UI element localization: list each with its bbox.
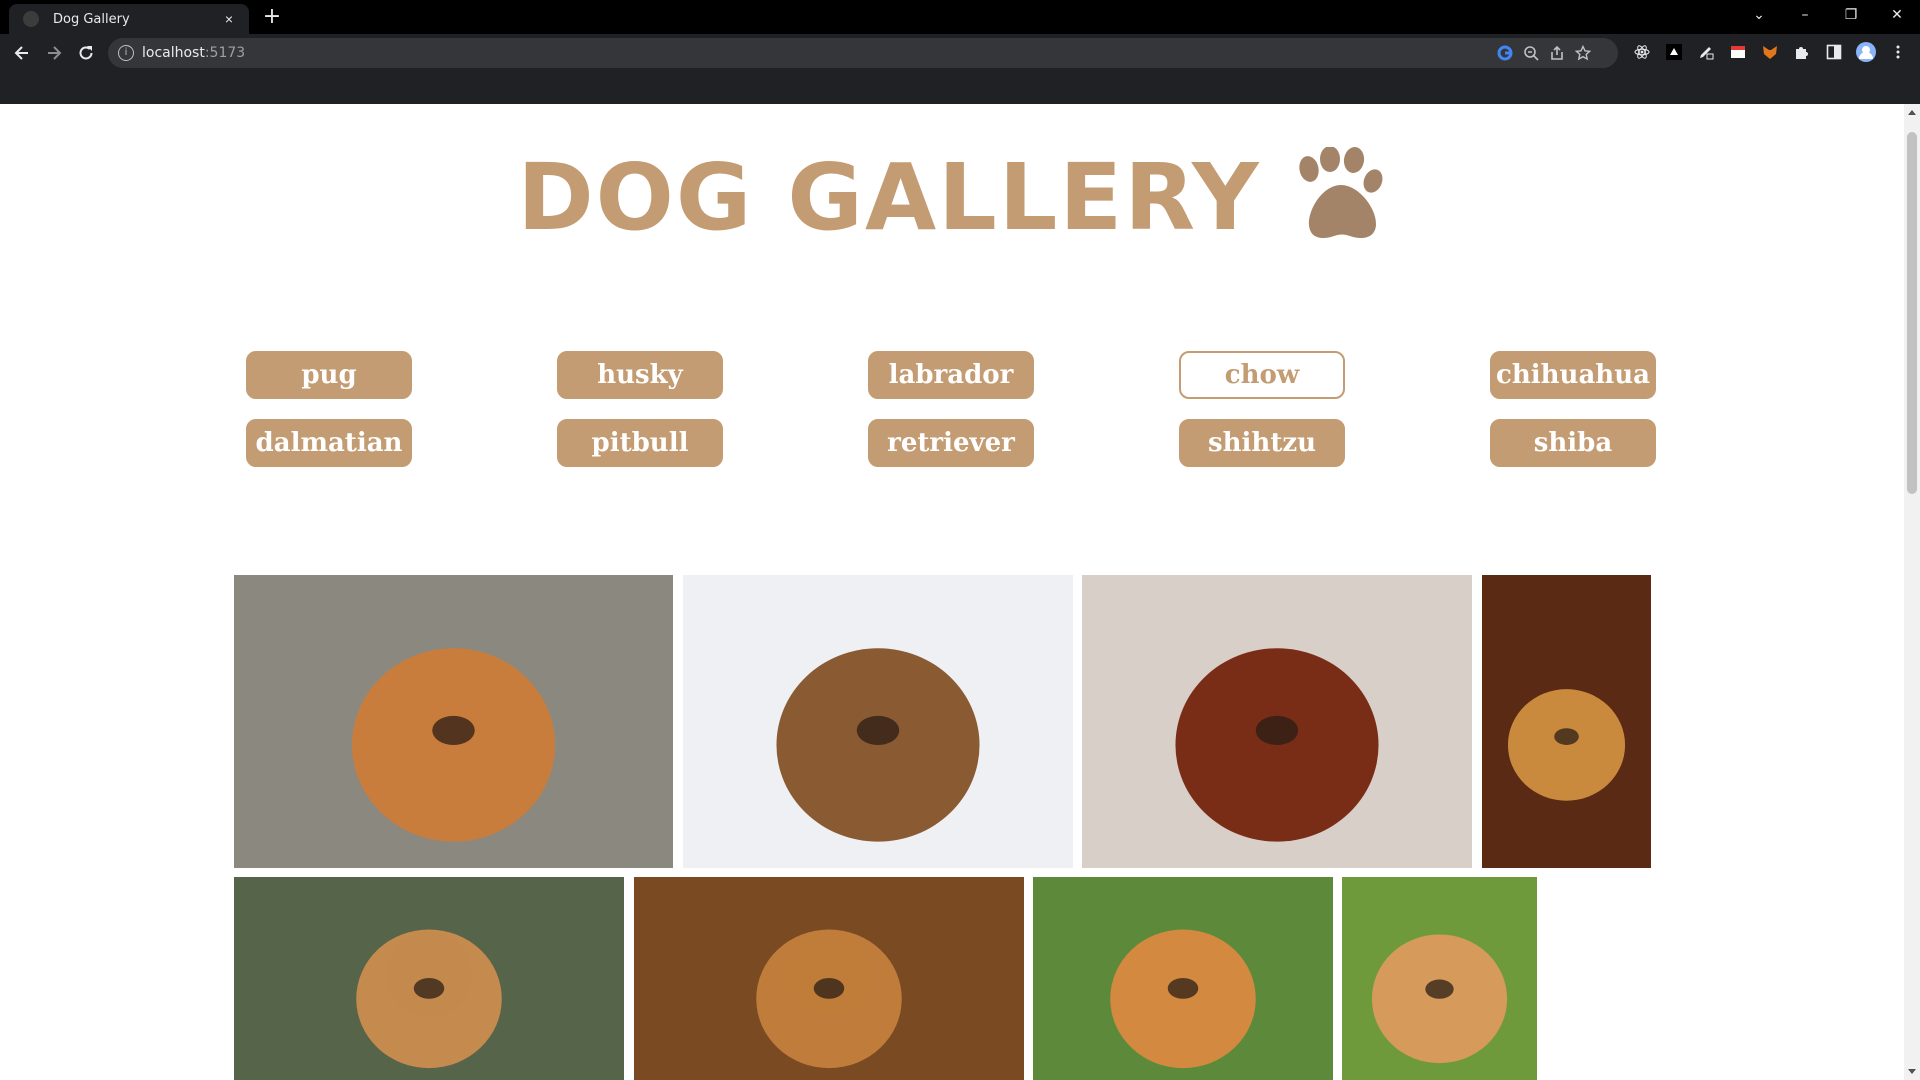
favicon-icon (23, 11, 39, 27)
scroll-down-arrow-icon[interactable] (1908, 1069, 1916, 1074)
dog-photo-chow-sitting-on-wood-floor[interactable] (1482, 575, 1651, 868)
breed-button-dalmatian[interactable]: dalmatian (246, 419, 412, 467)
dog-photo-chow-puppy-on-green-blanket[interactable] (234, 877, 624, 1080)
breed-button-shiba[interactable]: shiba (1490, 419, 1656, 467)
photo-image (1482, 575, 1651, 868)
forward-button[interactable] (38, 37, 70, 69)
page-scrollbar[interactable] (1904, 104, 1920, 1080)
vercel-extension-icon[interactable] (1664, 42, 1684, 62)
page-title: DOG GALLERY (517, 144, 1261, 251)
breed-button-labrador[interactable]: labrador (868, 351, 1034, 399)
tab-search-button[interactable]: ⌄ (1736, 0, 1782, 30)
breed-button-chow[interactable]: chow (1179, 351, 1345, 399)
photo-image (634, 877, 1024, 1080)
google-lens-icon[interactable] (1496, 44, 1514, 62)
pen-extension-icon[interactable] (1696, 42, 1716, 62)
dog-photo-chow-puppy-in-snow[interactable] (683, 575, 1073, 868)
photo-image (1082, 575, 1472, 868)
photo-image (1342, 877, 1537, 1080)
profile-avatar[interactable] (1856, 42, 1876, 62)
tab-title: Dog Gallery (53, 11, 130, 27)
breed-button-retriever[interactable]: retriever (868, 419, 1034, 467)
dog-photo-chow-puppy-outdoors[interactable] (1342, 877, 1537, 1080)
arrow-right-icon (48, 46, 62, 60)
site-info-icon[interactable]: i (118, 45, 134, 61)
dog-photo-chow-face-closeup[interactable] (634, 877, 1024, 1080)
breed-button-chihuahua[interactable]: chihuahua (1490, 351, 1656, 399)
reload-button[interactable] (70, 37, 102, 69)
breed-button-pug[interactable]: pug (246, 351, 412, 399)
photo-image (683, 575, 1073, 868)
zoom-icon[interactable] (1522, 44, 1540, 62)
photo-image (234, 877, 624, 1080)
breed-button-shihtzu[interactable]: shihtzu (1179, 419, 1345, 467)
dog-photo-chow-dog-lying-on-pavement[interactable] (234, 575, 673, 868)
scroll-up-arrow-icon[interactable] (1908, 110, 1916, 115)
browser-tab[interactable]: Dog Gallery × (9, 4, 249, 34)
side-panel-icon[interactable] (1824, 42, 1844, 62)
browser-tab-strip: Dog Gallery × + ⌄ – ❐ ✕ (0, 0, 1920, 34)
photo-image (1033, 877, 1333, 1080)
minimize-button[interactable]: – (1782, 0, 1828, 30)
reload-icon (79, 46, 93, 60)
back-button[interactable] (6, 37, 38, 69)
breed-button-pitbull[interactable]: pitbull (557, 419, 723, 467)
breed-filter-grid: pug husky labrador chow chihuahua dalmat… (246, 351, 1660, 467)
notes-extension-icon[interactable] (1728, 42, 1748, 62)
scroll-thumb[interactable] (1907, 132, 1917, 494)
metamask-icon[interactable] (1760, 42, 1780, 62)
browser-menu-icon[interactable] (1888, 42, 1908, 62)
close-window-button[interactable]: ✕ (1874, 0, 1920, 30)
share-icon[interactable] (1548, 44, 1566, 62)
extensions-puzzle-icon[interactable] (1792, 42, 1812, 62)
url-text[interactable]: localhost:5173 (142, 45, 245, 61)
paw-icon (1298, 146, 1383, 238)
dog-photo-red-chow-on-tile-floor[interactable] (1082, 575, 1472, 868)
new-tab-button[interactable]: + (260, 6, 284, 30)
tab-close-icon[interactable]: × (219, 9, 239, 29)
restore-button[interactable]: ❐ (1828, 0, 1874, 30)
dog-photo-chow-on-grass[interactable] (1033, 877, 1333, 1080)
page-header: DOG GALLERY (0, 144, 1904, 251)
photo-image (234, 575, 673, 868)
bookmark-star-icon[interactable] (1574, 44, 1592, 62)
arrow-left-icon (14, 46, 28, 60)
breed-button-husky[interactable]: husky (557, 351, 723, 399)
react-devtools-icon[interactable] (1632, 42, 1652, 62)
page-viewport: DOG GALLERY pug husky labrador chow chih… (0, 104, 1904, 1080)
address-bar[interactable]: i localhost:5173 (108, 38, 1618, 68)
